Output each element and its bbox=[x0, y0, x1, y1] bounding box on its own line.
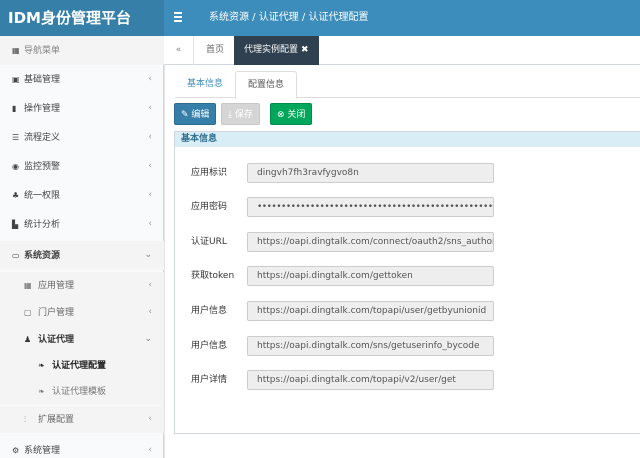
top-header: IDM身份管理平台 系统资源 / 认证代理 / 认证代理配置 bbox=[0, 0, 640, 36]
auth-url-field[interactable]: https://oapi.dingtalk.com/connect/oauth2… bbox=[247, 232, 494, 252]
token-url-field[interactable]: https://oapi.dingtalk.com/gettoken bbox=[247, 266, 494, 286]
field-row-app-secret: 应用密码 •••••••••••••••••••••••••••••••••••… bbox=[175, 197, 640, 217]
sidebar-item-monitor[interactable]: ◉ 监控预警 ‹ bbox=[0, 152, 164, 181]
field-row-app-id: 应用标识 dingvh7fh3ravfygvo8n bbox=[175, 163, 640, 183]
field-label: 应用标识 bbox=[191, 168, 228, 178]
leaf-icon: ❧ bbox=[38, 361, 45, 370]
sidebar-item-permission[interactable]: ♣ 统一权限 ‹ bbox=[0, 181, 164, 210]
chevron-left-icon: ‹ bbox=[148, 307, 152, 317]
panel-title: 基本信息 bbox=[175, 132, 640, 147]
app-secret-field[interactable]: ••••••••••••••••••••••••••••••••••••••••… bbox=[247, 197, 494, 217]
field-label: 用户信息 bbox=[191, 341, 228, 351]
user-info-url-field[interactable]: https://oapi.dingtalk.com/topapi/user/ge… bbox=[247, 301, 494, 321]
chevron-left-icon: ‹ bbox=[148, 132, 152, 142]
id-card-icon: ▣ bbox=[12, 75, 20, 84]
sidebar-item-process[interactable]: ☰ 流程定义 ‹ bbox=[0, 123, 164, 152]
leaf-icon: ❧ bbox=[38, 387, 45, 396]
list-icon: ☰ bbox=[12, 133, 20, 142]
save-button[interactable]: ⤓ 保存 bbox=[221, 103, 260, 125]
sidebar-subsubitem-auth-proxy-template[interactable]: ❧ 认证代理模板 bbox=[0, 379, 164, 405]
tab-config-info[interactable]: 配置信息 bbox=[235, 71, 298, 99]
chevron-left-icon: ‹ bbox=[148, 219, 152, 229]
sidebar-nav-header: ▦ 导航菜单 bbox=[0, 36, 164, 65]
chevron-down-icon: ⌄ bbox=[144, 250, 152, 260]
grid-icon: ▦ bbox=[12, 46, 20, 55]
field-label: 认证URL bbox=[191, 237, 227, 247]
field-row-user-detail: 用户详情 https://oapi.dingtalk.com/topapi/v2… bbox=[175, 370, 640, 390]
folder-icon: ▭ bbox=[12, 251, 20, 260]
app-id-field[interactable]: dingvh7fh3ravfygvo8n bbox=[247, 163, 494, 183]
field-row-user-info-1: 用户信息 https://oapi.dingtalk.com/topapi/us… bbox=[175, 301, 640, 321]
app-logo[interactable]: IDM身份管理平台 bbox=[0, 0, 164, 36]
main-content: 基本信息 配置信息 ✎ 编辑 ⤓ 保存 ⊗ 关闭 基本信息 应用标识 dingv… bbox=[164, 65, 640, 458]
sidebar-subitem-app-management[interactable]: ▦ 应用管理 ‹ bbox=[0, 272, 164, 299]
user-info-bycode-url-field[interactable]: https://oapi.dingtalk.com/sns/getuserinf… bbox=[247, 336, 494, 356]
chevron-left-icon: ‹ bbox=[148, 445, 152, 455]
user-detail-url-field[interactable]: https://oapi.dingtalk.com/topapi/v2/user… bbox=[247, 370, 494, 390]
sidebar-item-basic[interactable]: ▣ 基础管理 ‹ bbox=[0, 65, 164, 94]
field-label: 用户详情 bbox=[191, 375, 228, 385]
sidebar-item-operation[interactable]: ▮ 操作管理 ‹ bbox=[0, 94, 164, 123]
sidebar-item-statistics[interactable]: ▙ 统计分析 ‹ bbox=[0, 210, 164, 239]
gears-icon: ⚙ bbox=[12, 446, 20, 455]
sitemap-icon: ♣ bbox=[12, 191, 20, 200]
basic-info-panel: 基本信息 应用标识 dingvh7fh3ravfygvo8n 应用密码 ••••… bbox=[174, 131, 640, 434]
edit-button[interactable]: ✎ 编辑 bbox=[174, 103, 217, 125]
tab-basic-info[interactable]: 基本信息 bbox=[175, 71, 235, 98]
eye-icon: ◉ bbox=[12, 162, 19, 171]
field-label: 用户信息 bbox=[191, 306, 228, 316]
tab-home[interactable]: 首页 bbox=[196, 36, 234, 65]
field-label: 应用密码 bbox=[191, 202, 228, 212]
table-icon: ▦ bbox=[24, 281, 32, 290]
users-icon: ♟ bbox=[24, 335, 32, 344]
tab-scroll-left-icon[interactable]: « bbox=[164, 36, 194, 65]
sidebar-subitem-auth-proxy[interactable]: ♟ 认证代理 ⌄ bbox=[0, 326, 164, 353]
sidebar-subitem-extension-config[interactable]: ⫶ 扩展配置 ‹ bbox=[0, 406, 164, 433]
field-row-token: 获取token https://oapi.dingtalk.com/gettok… bbox=[175, 266, 640, 286]
close-circle-icon: ⊗ bbox=[277, 110, 285, 120]
sidebar-toggle-icon[interactable] bbox=[174, 10, 184, 24]
chevron-down-icon: ⌄ bbox=[144, 334, 152, 344]
chevron-left-icon: ‹ bbox=[148, 190, 152, 200]
chevron-left-icon: ‹ bbox=[148, 161, 152, 171]
chevron-left-icon: ‹ bbox=[148, 74, 152, 84]
page-tab-bar: « 首页 代理实例配置 ✖ bbox=[164, 36, 640, 65]
chart-icon: ▙ bbox=[12, 220, 19, 229]
field-row-auth-url: 认证URL https://oapi.dingtalk.com/connect/… bbox=[175, 232, 640, 252]
close-button[interactable]: ⊗ 关闭 bbox=[270, 103, 313, 125]
field-row-user-info-2: 用户信息 https://oapi.dingtalk.com/sns/getus… bbox=[175, 336, 640, 356]
edit-icon: ✎ bbox=[181, 110, 189, 120]
sidebar-item-resources[interactable]: ▭ 系统资源 ⌄ bbox=[0, 241, 164, 270]
sidebar-item-system-management[interactable]: ⚙ 系统管理 ‹ bbox=[0, 436, 164, 458]
field-label: 获取token bbox=[191, 271, 235, 281]
sidebar: ▦ 导航菜单 ▣ 基础管理 ‹ ▮ 操作管理 ‹ ☰ 流程定义 ‹ ◉ 监控预警 ‹ ♣ 统一权限 ‹… bbox=[0, 36, 164, 458]
chevron-left-icon: ‹ bbox=[148, 280, 152, 290]
sliders-icon: ⫶ bbox=[24, 415, 26, 424]
laptop-icon: ▢ bbox=[24, 308, 32, 317]
breadcrumb: 系统资源 / 认证代理 / 认证代理配置 bbox=[209, 12, 369, 23]
sidebar-subitem-portal-management[interactable]: ▢ 门户管理 ‹ bbox=[0, 299, 164, 326]
inner-tab-bar: 基本信息 配置信息 bbox=[175, 71, 640, 99]
download-icon: ⤓ bbox=[228, 110, 232, 120]
chevron-left-icon: ‹ bbox=[148, 103, 152, 113]
book-icon: ▮ bbox=[12, 104, 17, 113]
close-icon[interactable]: ✖ bbox=[301, 45, 309, 55]
chevron-left-icon: ‹ bbox=[148, 414, 152, 424]
sidebar-subsubitem-auth-proxy-config[interactable]: ❧ 认证代理配置 bbox=[0, 353, 164, 379]
tab-proxy-instance-config[interactable]: 代理实例配置 ✖ bbox=[234, 36, 319, 65]
